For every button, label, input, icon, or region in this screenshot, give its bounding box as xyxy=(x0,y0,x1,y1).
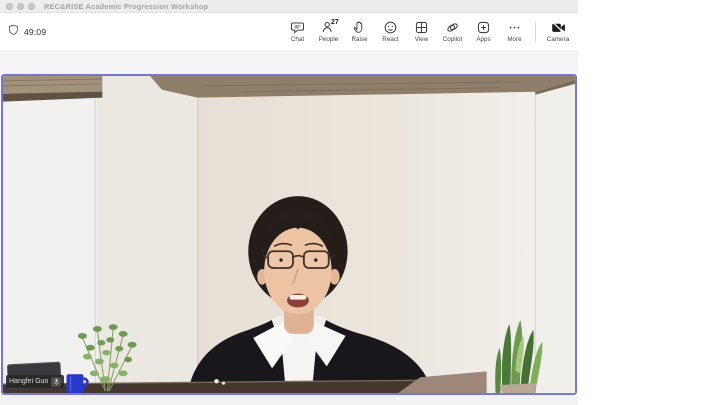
view-button[interactable]: View xyxy=(406,18,437,45)
microphone-icon xyxy=(51,377,61,387)
window-minimize-button[interactable] xyxy=(17,3,24,10)
camera-button-label: Camera xyxy=(547,36,569,43)
window-controls xyxy=(6,3,35,10)
meeting-timer: 49:09 xyxy=(8,23,46,41)
chat-button[interactable]: Chat xyxy=(282,18,313,45)
window-close-button[interactable] xyxy=(6,3,13,10)
apps-plus-icon xyxy=(476,20,491,35)
window-titlebar: REC&RISE Academic Progression Workshop xyxy=(0,0,578,13)
raise-hand-button[interactable]: Raise xyxy=(344,18,375,45)
ellipsis-icon xyxy=(507,20,522,35)
toolbar-divider xyxy=(535,22,536,42)
react-button-label: React xyxy=(382,36,398,43)
copilot-button-label: Copilot xyxy=(443,36,463,43)
video-feed xyxy=(3,76,575,393)
copilot-icon xyxy=(445,20,460,35)
window-title: REC&RISE Academic Progression Workshop xyxy=(44,2,208,11)
more-button-label: More xyxy=(507,36,521,43)
meeting-toolbar: 49:09 Chat 27 xyxy=(0,13,578,50)
chat-button-label: Chat xyxy=(291,36,304,43)
apps-button[interactable]: Apps xyxy=(468,18,499,45)
view-button-label: View xyxy=(415,36,429,43)
react-button[interactable]: React xyxy=(375,18,406,45)
meeting-timer-value: 49:09 xyxy=(24,27,46,37)
people-button-label: People xyxy=(319,36,339,43)
toolbar-stage-gap xyxy=(0,50,578,74)
people-count-badge: 27 xyxy=(331,19,339,26)
raise-hand-button-label: Raise xyxy=(351,36,367,43)
smiley-icon xyxy=(383,20,398,35)
stage-bottom-gap xyxy=(0,395,578,405)
copilot-button[interactable]: Copilot xyxy=(437,18,468,45)
grid-view-icon xyxy=(414,20,429,35)
toolbar-buttons: Chat 27 People Raise xyxy=(282,18,575,45)
participant-video-tile[interactable]: Hangfei Guo xyxy=(1,74,577,395)
chat-bubble-icon xyxy=(290,20,305,35)
teams-meeting-window: REC&RISE Academic Progression Workshop 4… xyxy=(0,0,720,405)
more-button[interactable]: More xyxy=(499,18,530,45)
participant-name-tag: Hangfei Guo xyxy=(6,375,64,388)
shield-icon xyxy=(8,23,19,41)
people-button[interactable]: 27 People xyxy=(313,18,344,45)
camera-off-icon xyxy=(551,20,566,35)
apps-button-label: Apps xyxy=(476,36,490,43)
participant-name: Hangfei Guo xyxy=(9,378,48,385)
raised-hand-icon xyxy=(352,20,367,35)
window-expand-button[interactable] xyxy=(28,3,35,10)
camera-button[interactable]: Camera xyxy=(541,18,575,45)
